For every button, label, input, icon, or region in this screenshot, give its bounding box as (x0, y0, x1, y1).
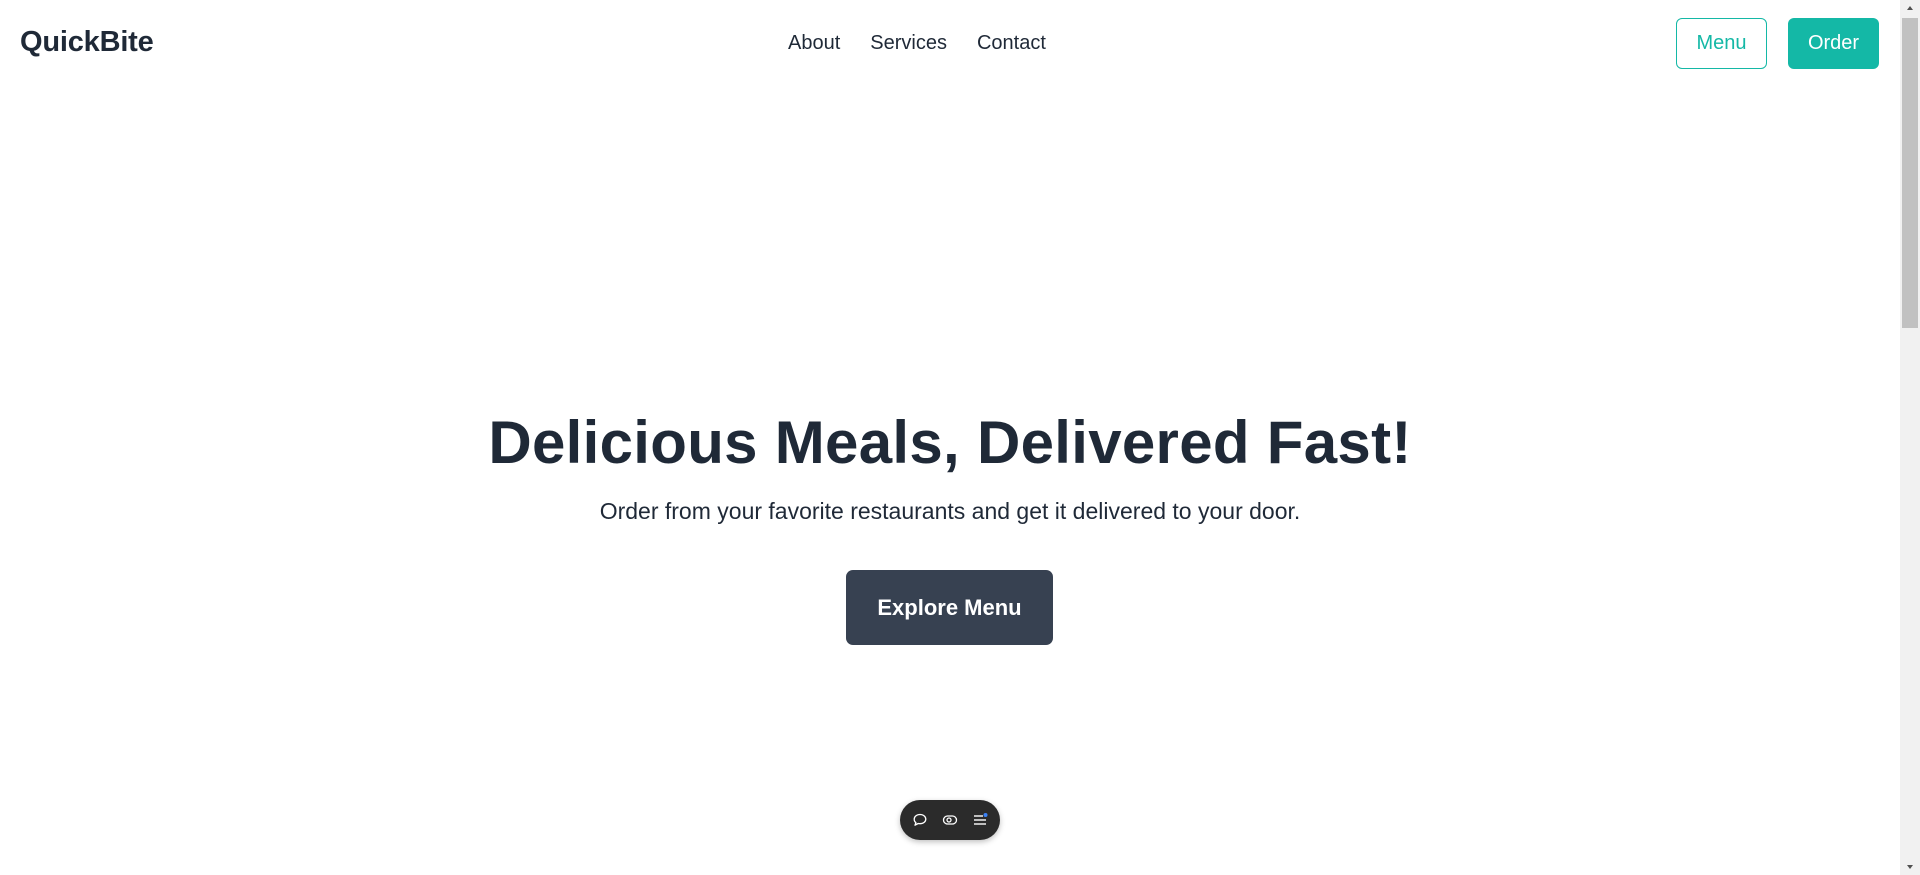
scrollbar-thumb[interactable] (1902, 18, 1918, 328)
site-header: QuickBite About Services Contact Menu Or… (0, 0, 1900, 87)
vertical-scrollbar[interactable] (1900, 0, 1920, 875)
menu-button[interactable]: Menu (1676, 18, 1767, 69)
nav-link-about[interactable]: About (788, 32, 840, 55)
brand-logo[interactable]: QuickBite (20, 26, 154, 59)
page: QuickBite About Services Contact Menu Or… (0, 0, 1920, 875)
toggle-icon[interactable] (941, 811, 959, 829)
scroll-up-arrow-icon[interactable] (1900, 0, 1920, 16)
floating-toolbar (900, 800, 1000, 840)
nav-link-services[interactable]: Services (870, 32, 947, 55)
main-nav: About Services Contact (788, 32, 1046, 55)
scroll-down-arrow-icon[interactable] (1900, 859, 1920, 875)
hero-subtitle: Order from your favorite restaurants and… (599, 498, 1301, 524)
list-icon[interactable] (971, 811, 989, 829)
nav-link-contact[interactable]: Contact (977, 32, 1046, 55)
chat-bubble-icon[interactable] (911, 811, 929, 829)
order-button[interactable]: Order (1788, 18, 1879, 69)
hero-title: Delicious Meals, Delivered Fast! (488, 409, 1412, 476)
explore-menu-button[interactable]: Explore Menu (846, 570, 1053, 645)
